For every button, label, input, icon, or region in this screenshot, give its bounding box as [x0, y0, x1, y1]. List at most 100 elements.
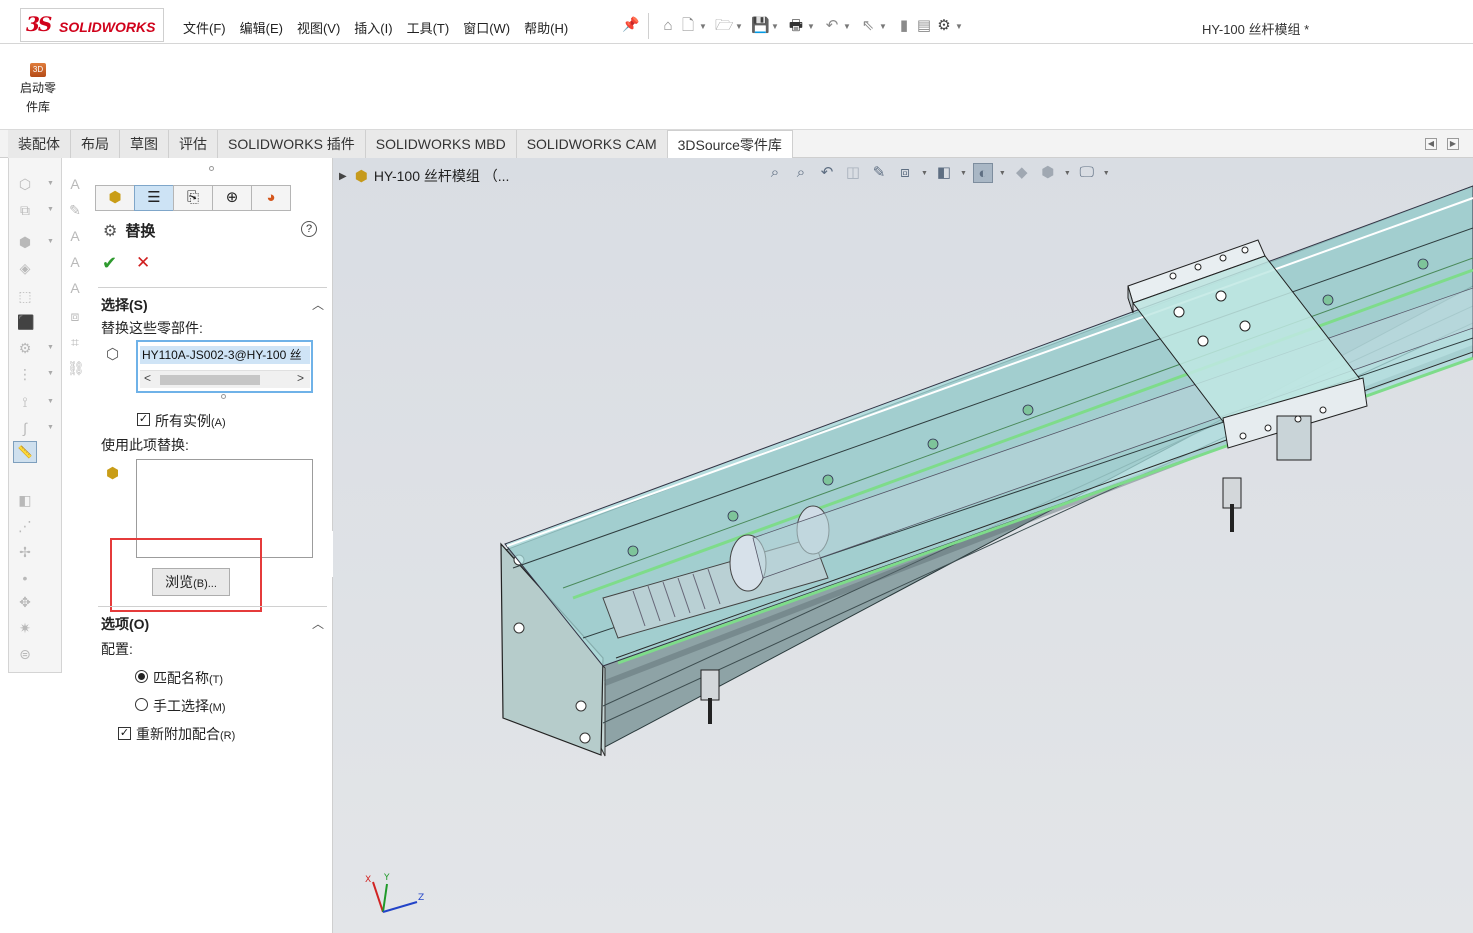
mate-icon[interactable]: ⧉ [17, 202, 33, 218]
tab-scroll-right-icon[interactable]: ▶ [1447, 138, 1459, 150]
select-icon[interactable]: ⇖ [859, 17, 877, 35]
help-icon[interactable]: ? [301, 221, 317, 237]
configuration-manager-tab-icon[interactable]: ⎘ [173, 185, 213, 211]
reattach-mates-checkbox[interactable]: ✓ [118, 727, 131, 740]
menu-window[interactable]: 窗口(W) [463, 18, 510, 37]
menu-edit[interactable]: 编辑(E) [240, 18, 283, 37]
linear-module-model[interactable] [333, 158, 1473, 933]
ok-button[interactable]: ✔ [102, 253, 117, 274]
show-hidden-icon[interactable]: ⬛ [17, 314, 34, 330]
dropdown-icon[interactable]: ▼ [47, 238, 54, 245]
point-icon[interactable]: • [17, 570, 33, 586]
tab-3dsource-library[interactable]: 3DSource零件库 [667, 130, 793, 158]
components-to-replace-list[interactable]: HY110A-JS002-3@HY-100 丝 < > [136, 340, 313, 393]
collapse-chevron-icon[interactable]: ︿ [312, 296, 324, 313]
dropdown-icon[interactable]: ▼ [47, 398, 54, 405]
new-dropdown-icon[interactable]: ▼ [699, 22, 709, 31]
menu-insert[interactable]: 插入(I) [354, 18, 392, 37]
menu-help[interactable]: 帮助(H) [524, 18, 568, 37]
selected-component-item[interactable]: HY110A-JS002-3@HY-100 丝 [140, 346, 310, 364]
tab-scroll-left-icon[interactable]: ◀ [1425, 138, 1437, 150]
tab-sketch[interactable]: 草图 [120, 130, 169, 158]
scrollbar-thumb[interactable] [160, 375, 260, 385]
print-icon[interactable]: 🖶 [787, 17, 805, 35]
dropdown-icon[interactable]: ▼ [47, 424, 54, 431]
list-resize-handle[interactable] [221, 394, 226, 399]
display-manager-tab-icon[interactable]: ◕ [251, 185, 291, 211]
datum-icon[interactable]: ⛓ [67, 360, 85, 376]
new-motion-study-icon[interactable]: ⟟ [17, 394, 33, 410]
file-properties-icon[interactable]: ▤ [915, 17, 933, 35]
tab-solidworks-addins[interactable]: SOLIDWORKS 插件 [218, 130, 366, 158]
pm-header: ⚙ 替换 [103, 220, 155, 241]
geometric-tolerance-icon[interactable]: ⌗ [67, 334, 83, 350]
bill-of-materials-icon[interactable]: ∫ [17, 420, 33, 436]
launch-part-library-button[interactable]: 3D 启动零 件库 [12, 63, 64, 121]
dropdown-icon[interactable]: ▼ [47, 344, 54, 351]
smart-dimension-icon[interactable]: A [67, 176, 83, 192]
dimxpert-manager-tab-icon[interactable]: ⊕ [212, 185, 252, 211]
component-pattern-icon[interactable]: ⬢ [17, 234, 33, 250]
open-dropdown-icon[interactable]: ▼ [735, 22, 745, 31]
save-dropdown-icon[interactable]: ▼ [771, 22, 781, 31]
options-section-header[interactable]: 选项(O) [101, 614, 149, 634]
document-title: HY-100 丝杆模组 * [1202, 22, 1310, 37]
weld-symbol-icon[interactable]: A [67, 280, 83, 296]
new-file-icon[interactable]: 🗋 [679, 17, 697, 35]
collapse-chevron-icon[interactable]: ︿ [312, 615, 324, 632]
selection-section-header[interactable]: 选择(S) [101, 295, 148, 315]
tab-evaluate[interactable]: 评估 [169, 130, 218, 158]
options-dropdown-icon[interactable]: ▼ [955, 22, 965, 31]
dropdown-icon[interactable]: ▼ [47, 206, 54, 213]
menu-file[interactable]: 文件(F) [183, 18, 226, 37]
select-dropdown-icon[interactable]: ▼ [879, 22, 889, 31]
property-manager-tab-icon[interactable]: ☰ [134, 185, 174, 211]
note-icon[interactable]: A [67, 228, 83, 244]
save-icon[interactable]: 💾 [751, 17, 770, 35]
tab-layout[interactable]: 布局 [71, 130, 120, 158]
tab-solidworks-mbd[interactable]: SOLIDWORKS MBD [365, 130, 517, 158]
insert-component-icon[interactable]: ⬡ [17, 176, 33, 192]
reference-geometry-icon[interactable]: ⋮ [17, 366, 33, 382]
tab-solidworks-cam[interactable]: SOLIDWORKS CAM [516, 130, 668, 158]
interference-icon[interactable]: ✷ [17, 620, 33, 636]
open-icon[interactable]: 🗁 [715, 17, 734, 35]
move-component-icon[interactable]: ⬚ [17, 288, 33, 304]
scroll-left-icon[interactable]: < [144, 371, 151, 385]
balloon-icon[interactable]: A [67, 254, 83, 270]
explode-line-icon[interactable]: ⋰ [17, 518, 33, 534]
tab-assembly[interactable]: 装配体 [8, 130, 71, 158]
surface-finish-icon[interactable]: ⧈ [67, 308, 83, 324]
dropdown-icon[interactable]: ▼ [47, 370, 54, 377]
measure-tool-icon[interactable]: 📏 [13, 441, 37, 463]
instant3d-icon[interactable]: ✢ [17, 544, 33, 560]
menu-tools[interactable]: 工具(T) [407, 18, 450, 37]
manual-select-radio[interactable] [135, 698, 148, 711]
solidworks-logo[interactable]: 3S SOLIDWORKS [20, 8, 164, 42]
undo-dropdown-icon[interactable]: ▼ [843, 22, 853, 31]
replace-with-label: 使用此项替换: [101, 437, 189, 453]
all-instances-label: 所有实例(A) [155, 413, 226, 429]
dropdown-icon[interactable]: ▼ [47, 180, 54, 187]
assembly-features-icon[interactable]: ⚙ [17, 340, 33, 356]
traffic-light-icon[interactable]: ▮ [895, 17, 913, 35]
scroll-right-icon[interactable]: > [297, 371, 304, 385]
smart-fasteners-icon[interactable]: ◈ [17, 260, 33, 276]
section-view-icon[interactable]: ✥ [17, 594, 33, 610]
cancel-button[interactable]: ✕ [136, 253, 150, 273]
options-gear-icon[interactable]: ⚙ [935, 17, 953, 35]
annotation-icon[interactable]: ✎ [67, 202, 83, 218]
exploded-view-icon[interactable]: ◧ [17, 492, 33, 508]
menu-view[interactable]: 视图(V) [297, 18, 340, 37]
all-instances-checkbox[interactable]: ✓ [137, 413, 150, 426]
hole-wizard-icon[interactable]: ⊜ [17, 646, 33, 662]
panel-resize-handle[interactable] [209, 166, 214, 171]
feature-manager-tab-icon[interactable]: ⬢ [95, 185, 135, 211]
match-name-radio[interactable] [135, 670, 148, 683]
pin-menu-icon[interactable]: 📌 [622, 16, 639, 33]
print-dropdown-icon[interactable]: ▼ [807, 22, 817, 31]
list-horizontal-scrollbar[interactable]: < > [140, 370, 310, 388]
graphics-area[interactable]: ▶ ⬢ HY-100 丝杆模组 （... ⌕ ⌕ ↶ ◫ ✎ ⧈ ▼ ◧ ▼ ◐ ▼ … [333, 158, 1473, 933]
undo-icon[interactable]: ↶ [823, 17, 841, 35]
home-icon[interactable]: ⌂ [659, 17, 677, 35]
